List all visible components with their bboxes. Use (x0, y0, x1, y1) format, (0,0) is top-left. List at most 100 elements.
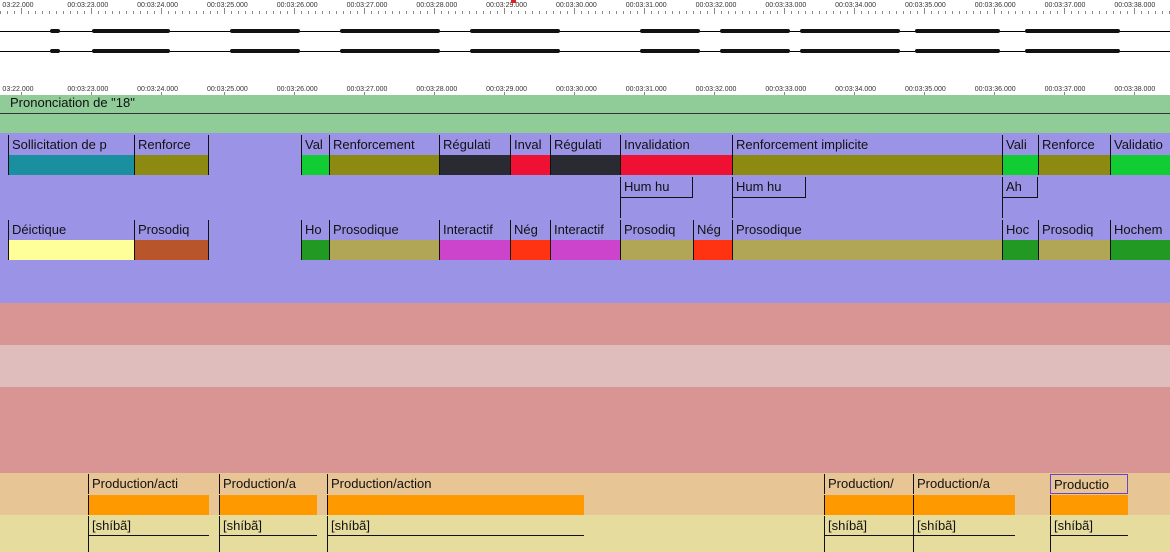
vocal-segment[interactable]: Ah (1002, 177, 1038, 198)
type-segment[interactable]: Prosodique (329, 220, 439, 240)
vocal-segment[interactable]: Hum hu (732, 177, 806, 198)
function-segment[interactable]: Validatio (1110, 135, 1170, 155)
ruler-tick (1134, 8, 1135, 14)
function-segment-bar[interactable] (134, 155, 208, 175)
ruler-tick (126, 11, 127, 14)
type-segment-bar[interactable] (301, 240, 329, 260)
type-segment-bar[interactable] (732, 240, 1002, 260)
type-segment[interactable]: Hochem (1110, 220, 1170, 240)
function-segment[interactable]: Sollicitation de p (8, 135, 134, 155)
function-segment[interactable]: Régulati (550, 135, 620, 155)
production-segment-bar[interactable] (1050, 495, 1128, 515)
tier-salmon-1[interactable] (0, 303, 1170, 345)
function-segment[interactable]: Vali (1002, 135, 1038, 155)
type-segment-bar[interactable] (1038, 240, 1110, 260)
function-segment[interactable]: Régulati (439, 135, 510, 155)
function-segment[interactable]: Renforcement implicite (732, 135, 1002, 155)
type-segment-bar[interactable] (620, 240, 693, 260)
function-segment[interactable]: Renforce (134, 135, 208, 155)
transcription-segment[interactable]: [shíbã] (913, 516, 1015, 536)
production-segment-bar[interactable] (913, 495, 1015, 515)
function-segment[interactable]: Val (301, 135, 329, 155)
ruler-tick (1036, 11, 1037, 14)
type-segment[interactable]: Nég (510, 220, 550, 240)
function-segment-bar[interactable] (620, 155, 732, 175)
function-segment-bar[interactable] (732, 155, 1002, 175)
playhead-marker[interactable] (511, 0, 516, 3)
type-segment-bar[interactable] (439, 240, 510, 260)
ruler-tick (189, 11, 190, 14)
type-segment[interactable]: Nég (693, 220, 732, 240)
production-segment[interactable]: Productio (1050, 474, 1128, 494)
type-segment[interactable]: Ho (301, 220, 329, 240)
production-segment[interactable]: Production/a (219, 474, 317, 494)
vocal-segment[interactable]: Hum hu (620, 177, 693, 198)
production-segment[interactable]: Production/action (327, 474, 584, 494)
function-segment-bar[interactable] (1038, 155, 1110, 175)
ruler-tick (504, 8, 505, 14)
type-segment[interactable] (208, 220, 301, 240)
function-segment-bar[interactable] (8, 155, 134, 175)
transcription-segment[interactable]: [shíbã] (88, 516, 209, 536)
time-ruler-top[interactable]: 03:22.000 00:03:23.000 00:03:24.000 00:03:2… (0, 0, 1170, 14)
type-segment-bar[interactable] (510, 240, 550, 260)
function-segment-bar[interactable] (510, 155, 550, 175)
production-segment[interactable]: Production/a (913, 474, 1015, 494)
type-segment-bar[interactable] (134, 240, 208, 260)
production-segment-bar[interactable] (824, 495, 913, 515)
function-segment-bar[interactable] (550, 155, 620, 175)
function-segment-bar[interactable] (208, 155, 301, 175)
production-segment-bar[interactable] (327, 495, 584, 515)
ruler-tick (196, 11, 197, 14)
type-segment[interactable]: Interactif (550, 220, 620, 240)
ruler-tick (154, 11, 155, 14)
tier-annotation-row[interactable] (0, 113, 1170, 134)
type-segment[interactable]: Déictique (8, 220, 134, 240)
transcription-segment[interactable]: [shíbã] (327, 516, 584, 536)
type-segment[interactable]: Hoc (1002, 220, 1038, 240)
type-segment[interactable]: Prosodiq (1038, 220, 1110, 240)
production-segment-bar[interactable] (219, 495, 317, 515)
ruler-tick (112, 11, 113, 14)
ruler-tick (1155, 11, 1156, 14)
type-segment[interactable]: Prosodique (732, 220, 1002, 240)
function-segment-bar[interactable] (1002, 155, 1038, 175)
type-segment-bar[interactable] (1110, 240, 1170, 260)
ruler-tick (798, 11, 799, 14)
ruler-tick-label: 00:03:32.000 (695, 2, 737, 9)
tier-header[interactable]: Prononciation de "18" (0, 95, 1170, 113)
type-segment-bar[interactable] (329, 240, 439, 260)
ruler-tick (1085, 11, 1086, 14)
production-segment-bar[interactable] (88, 495, 209, 515)
transcription-segment[interactable]: [shíbã] (219, 516, 317, 536)
type-segment-bar[interactable] (693, 240, 732, 260)
function-segment-bar[interactable] (439, 155, 510, 175)
transcription-segment[interactable]: [shíbã] (824, 516, 913, 536)
ruler-tick (553, 11, 554, 14)
function-segment[interactable]: Renforce (1038, 135, 1110, 155)
production-segment[interactable]: Production/acti (88, 474, 209, 494)
transcription-segment[interactable]: [shíbã] (1050, 516, 1128, 536)
type-segment[interactable]: Interactif (439, 220, 510, 240)
function-segment[interactable] (208, 135, 301, 155)
type-segment-bar[interactable] (550, 240, 620, 260)
type-segment[interactable]: Prosodiq (620, 220, 693, 240)
function-segment-bar[interactable] (301, 155, 329, 175)
function-segment[interactable]: Invalidation (620, 135, 732, 155)
tier-pink-light[interactable] (0, 345, 1170, 387)
tier-salmon-2[interactable] (0, 387, 1170, 473)
ruler-tick (1106, 11, 1107, 14)
type-segment[interactable]: Prosodiq (134, 220, 208, 240)
function-segment[interactable]: Inval (510, 135, 550, 155)
function-segment-bar[interactable] (1110, 155, 1170, 175)
type-segment-bar[interactable] (8, 240, 134, 260)
production-segment[interactable]: Production/ (824, 474, 913, 494)
function-segment-bar[interactable] (329, 155, 439, 175)
type-segment-bar[interactable] (208, 240, 301, 260)
waveform-channel-2[interactable] (0, 44, 1170, 58)
type-segment-bar[interactable] (1002, 240, 1038, 260)
function-segment[interactable]: Renforcement (329, 135, 439, 155)
ruler-tick-label: 00:03:37.000 (1044, 86, 1086, 93)
waveform-channel-1[interactable] (0, 24, 1170, 38)
ruler-tick (427, 11, 428, 14)
